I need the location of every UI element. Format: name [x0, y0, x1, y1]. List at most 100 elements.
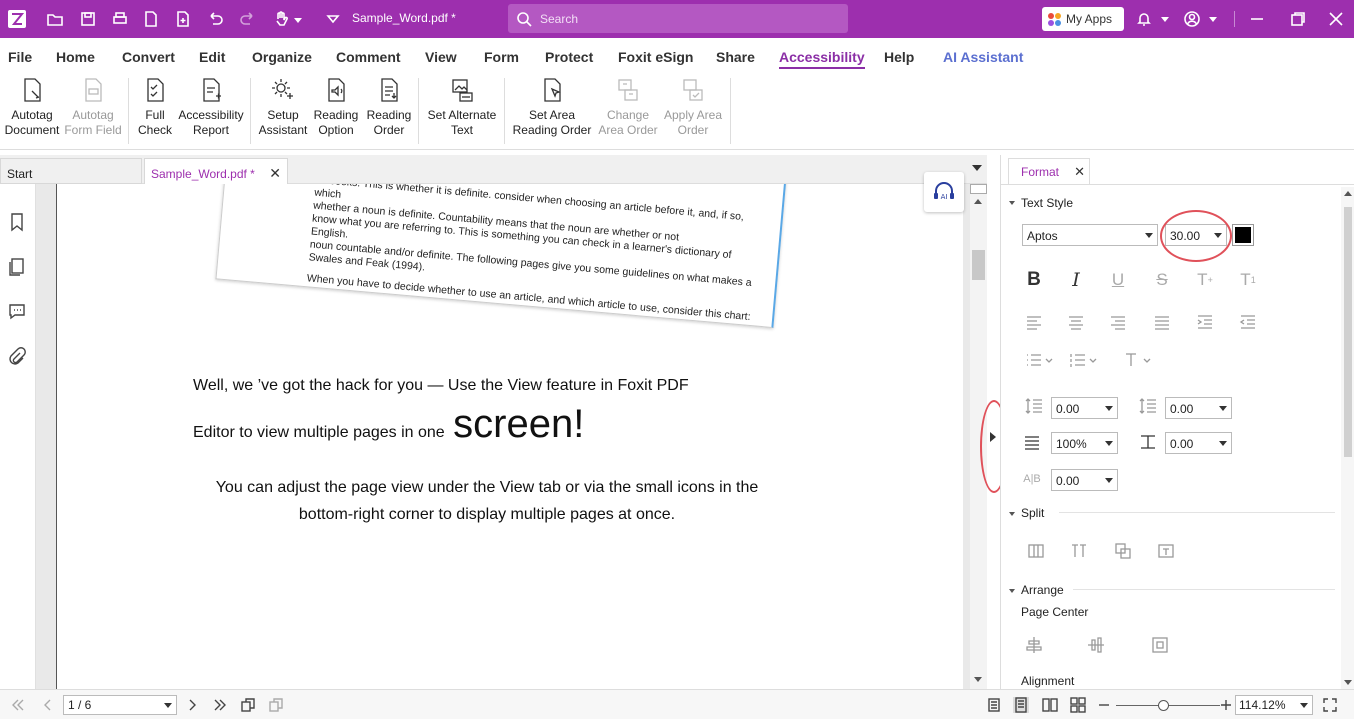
- attachment-icon[interactable]: [7, 347, 27, 367]
- format-tab[interactable]: Format ✕: [1008, 158, 1090, 184]
- single-page-view-icon[interactable]: [986, 697, 1002, 713]
- full-check-button[interactable]: Full Check: [134, 76, 176, 138]
- text-direction-icon[interactable]: [1121, 349, 1155, 371]
- menu-protect[interactable]: Protect: [545, 49, 593, 65]
- bookmark-icon[interactable]: [7, 212, 27, 232]
- my-apps-button[interactable]: My Apps: [1042, 7, 1124, 31]
- subscript-icon[interactable]: T1: [1237, 269, 1259, 291]
- bullet-list-icon[interactable]: [1023, 349, 1057, 371]
- italic-icon[interactable]: I: [1065, 269, 1087, 291]
- open-folder-icon[interactable]: [46, 10, 64, 28]
- restore-icon[interactable]: [1289, 10, 1307, 28]
- align-center-icon[interactable]: [1065, 311, 1087, 333]
- reading-order-button[interactable]: Reading Order: [364, 76, 414, 138]
- undo-icon[interactable]: [206, 10, 224, 28]
- set-alternate-text-button[interactable]: Set Alternate Text: [424, 76, 500, 138]
- print-icon[interactable]: [111, 10, 129, 28]
- menu-share[interactable]: Share: [716, 49, 755, 65]
- tab-start[interactable]: Start: [0, 158, 142, 184]
- text-style-collapse-icon[interactable]: [1009, 201, 1015, 205]
- create-pdf-icon[interactable]: [142, 10, 160, 28]
- page-number-select[interactable]: 1 / 6: [63, 695, 177, 715]
- autotag-document-button[interactable]: Autotag Document: [4, 76, 60, 138]
- menu-file[interactable]: File: [8, 49, 32, 65]
- zoom-out-icon[interactable]: [1096, 697, 1112, 713]
- account-dropdown-icon[interactable]: [1209, 17, 1217, 22]
- menu-home[interactable]: Home: [56, 49, 95, 65]
- indent-increase-icon[interactable]: [1194, 311, 1216, 333]
- spacing-after-select[interactable]: 0.00: [1165, 397, 1232, 419]
- continuous-view-icon[interactable]: [1013, 697, 1029, 713]
- fullscreen-icon[interactable]: [1322, 697, 1338, 713]
- scroll-up-icon[interactable]: [974, 199, 982, 204]
- scroll-down-icon[interactable]: [974, 677, 982, 682]
- center-horizontal-icon[interactable]: [1023, 634, 1045, 656]
- panel-scroll-down-icon[interactable]: [1344, 680, 1352, 685]
- menu-edit[interactable]: Edit: [199, 49, 225, 65]
- bell-dropdown-icon[interactable]: [1161, 17, 1169, 22]
- setup-assistant-button[interactable]: Setup Assistant: [256, 76, 310, 138]
- close-format-tab-icon[interactable]: ✕: [1074, 164, 1085, 180]
- continuous-facing-view-icon[interactable]: [1070, 697, 1086, 713]
- zoom-level-select[interactable]: 114.12%: [1235, 695, 1313, 715]
- font-color-picker[interactable]: [1232, 224, 1254, 246]
- ai-assistant-float-button[interactable]: AI: [924, 172, 964, 212]
- tabs-overflow-chevron-icon[interactable]: [972, 165, 982, 171]
- next-page-icon[interactable]: [184, 697, 200, 713]
- bell-icon[interactable]: [1135, 10, 1153, 28]
- center-both-icon[interactable]: [1149, 634, 1171, 656]
- hand-tool-icon[interactable]: [272, 10, 290, 28]
- justify-icon[interactable]: [1151, 311, 1173, 333]
- spacing-before-select[interactable]: 0.00: [1051, 397, 1118, 419]
- align-right-icon[interactable]: [1107, 311, 1129, 333]
- numbered-list-icon[interactable]: [1067, 349, 1101, 371]
- merge-icon[interactable]: [1112, 540, 1134, 562]
- close-window-icon[interactable]: [1327, 10, 1345, 28]
- set-area-reading-order-button[interactable]: Set Area Reading Order: [510, 76, 594, 138]
- facing-view-icon[interactable]: [1042, 697, 1058, 713]
- split-collapse-icon[interactable]: [1009, 512, 1015, 516]
- strikethrough-icon[interactable]: S: [1151, 269, 1173, 291]
- menu-form[interactable]: Form: [484, 49, 519, 65]
- change-area-order-button[interactable]: Change Area Order: [597, 76, 659, 138]
- menu-ai-assistant[interactable]: AI Assistant: [943, 49, 1023, 65]
- menu-comment[interactable]: Comment: [336, 49, 401, 65]
- menu-organize[interactable]: Organize: [252, 49, 312, 65]
- hand-tool-dropdown-icon[interactable]: [294, 18, 302, 23]
- character-spacing-select[interactable]: 0.00: [1051, 469, 1118, 491]
- panel-scrollbar[interactable]: [1341, 187, 1354, 689]
- tab-sample-word[interactable]: Sample_Word.pdf * ✕: [144, 158, 288, 184]
- line-spacing-select[interactable]: 100%: [1051, 432, 1118, 454]
- bold-icon[interactable]: B: [1023, 269, 1045, 291]
- accessibility-report-button[interactable]: Accessibility Report: [178, 76, 244, 138]
- indent-decrease-icon[interactable]: [1237, 311, 1259, 333]
- menu-foxit-esign[interactable]: Foxit eSign: [618, 49, 693, 65]
- font-family-select[interactable]: Aptos: [1022, 224, 1158, 246]
- previous-page-icon[interactable]: [40, 697, 56, 713]
- reading-option-button[interactable]: Reading Option: [312, 76, 360, 138]
- apply-area-order-button[interactable]: Apply Area Order: [662, 76, 724, 138]
- panel-scroll-up-icon[interactable]: [1344, 191, 1352, 196]
- scroll-thumb[interactable]: [972, 250, 985, 280]
- menu-convert[interactable]: Convert: [122, 49, 175, 65]
- minimize-icon[interactable]: [1248, 10, 1266, 28]
- account-icon[interactable]: [1183, 10, 1201, 28]
- redo-icon[interactable]: [239, 10, 257, 28]
- arrange-collapse-icon[interactable]: [1009, 589, 1015, 593]
- close-tab-icon[interactable]: ✕: [269, 165, 281, 182]
- menu-accessibility[interactable]: Accessibility: [779, 49, 865, 69]
- save-icon[interactable]: [79, 10, 97, 28]
- autotag-form-field-button[interactable]: Autotag Form Field: [64, 76, 122, 138]
- split-text-icon[interactable]: [1068, 540, 1090, 562]
- panel-scroll-thumb[interactable]: [1344, 207, 1352, 457]
- zoom-slider-thumb[interactable]: [1158, 700, 1169, 711]
- next-view-icon[interactable]: [268, 697, 284, 713]
- superscript-icon[interactable]: T +: [1194, 269, 1216, 291]
- pages-thumbnail-icon[interactable]: [7, 257, 27, 277]
- underline-icon[interactable]: U: [1107, 269, 1129, 291]
- center-vertical-icon[interactable]: [1085, 634, 1107, 656]
- align-left-icon[interactable]: [1023, 311, 1045, 333]
- split-view-handle[interactable]: [970, 184, 987, 194]
- split-horizontal-icon[interactable]: [1025, 540, 1047, 562]
- last-page-icon[interactable]: [212, 697, 228, 713]
